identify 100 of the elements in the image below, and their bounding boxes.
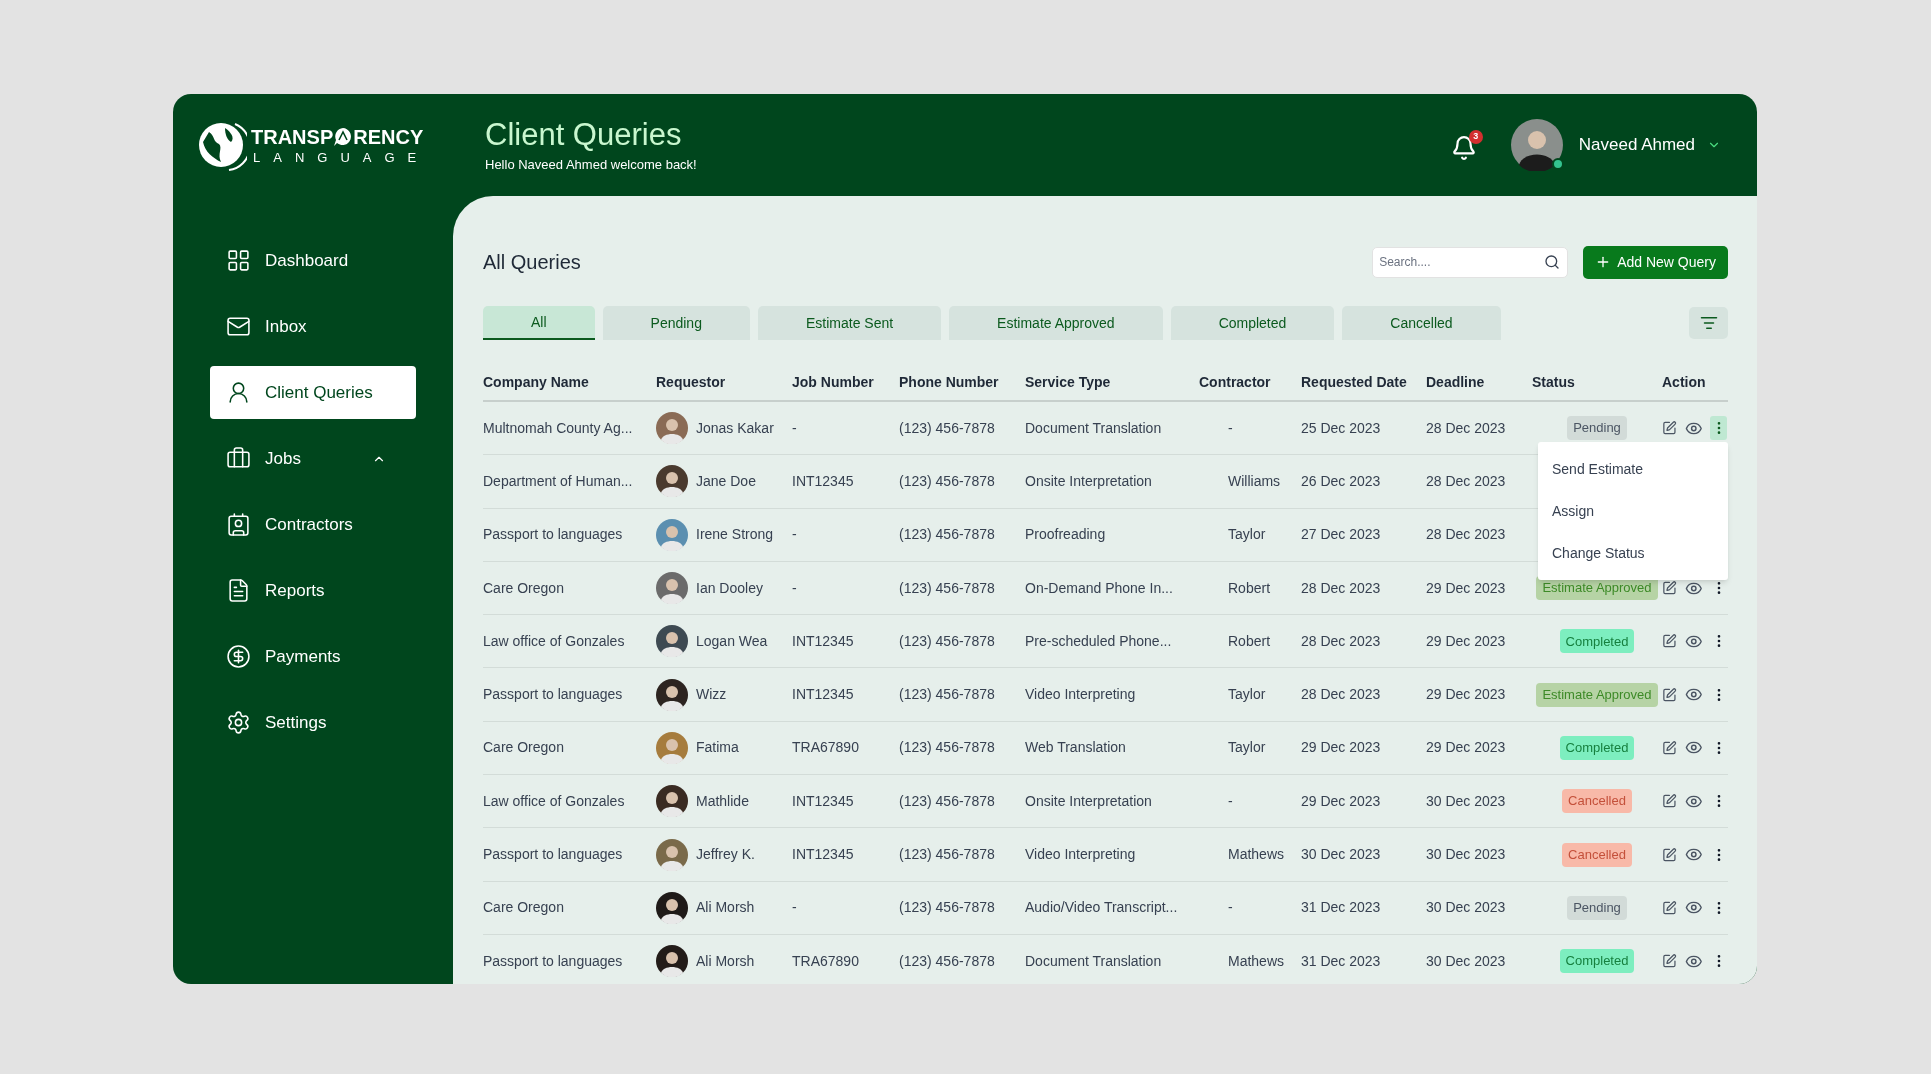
- table-cell-text: -: [792, 525, 798, 545]
- sidebar-item[interactable]: Settings: [210, 696, 416, 749]
- table-cell-text: 28 Dec 2023: [1301, 578, 1382, 598]
- table-cell-text: 29 Dec 2023: [1426, 631, 1507, 651]
- avatar: [656, 518, 688, 551]
- table-cell-text: 30 Dec 2023: [1301, 845, 1382, 864]
- table-cell-text: Care Oregon: [483, 898, 565, 918]
- user-menu[interactable]: Naveed Ahmed: [1578, 132, 1721, 158]
- avatar: [656, 838, 688, 871]
- table-cell-text: 31 Dec 2023: [1301, 951, 1382, 971]
- edit-icon[interactable]: [1662, 686, 1677, 703]
- user-avatar[interactable]: [1510, 119, 1563, 171]
- filter-icon: [1699, 314, 1718, 332]
- sidebar-item[interactable]: Payments: [210, 630, 416, 683]
- requestor-name: Jonas Kakar: [696, 418, 774, 438]
- table-cell-text: 27 Dec 2023: [1301, 525, 1382, 545]
- table-cell-text: Proofreading: [1025, 525, 1107, 545]
- table-cell-text: (123) 456-7878: [899, 525, 996, 545]
- table-cell-text: Onsite Interpretation: [1025, 471, 1153, 491]
- table-cell-text: -: [792, 898, 798, 918]
- notification-count: 3: [1468, 129, 1483, 144]
- edit-icon[interactable]: [1662, 953, 1677, 970]
- edit-icon[interactable]: [1662, 899, 1677, 916]
- filter-tab[interactable]: Estimate Sent: [757, 306, 942, 340]
- notification-bell-icon[interactable]: [1450, 134, 1477, 161]
- logo-tagline: LANGUAGE: [252, 150, 430, 164]
- table-cell-text: Passport to languages: [483, 951, 624, 971]
- table-cell-text: Document Translation: [1025, 951, 1163, 971]
- menu-item[interactable]: Change Status: [1538, 532, 1728, 574]
- table-cell-text: Taylor: [1227, 738, 1267, 758]
- edit-icon[interactable]: [1662, 420, 1677, 437]
- table-cell-text: Web Translation: [1025, 738, 1127, 758]
- table-cell-text: Robert: [1227, 578, 1272, 598]
- status-badge: Completed: [1559, 949, 1635, 974]
- page-title: Client Queries: [485, 115, 683, 154]
- avatar: [656, 891, 688, 924]
- table-cell-text: Passport to languages: [483, 685, 624, 705]
- table-cell-text: -: [1227, 791, 1234, 811]
- table-cell-text: INT12345: [792, 685, 855, 705]
- table-cell-text: 30 Dec 2023: [1426, 951, 1507, 971]
- requestor-name: Logan Wea: [696, 631, 768, 651]
- filter-tab[interactable]: Estimate Approved: [949, 306, 1163, 340]
- table-cell-text: Department of Human...: [483, 471, 634, 491]
- requestor-name: Ali Morsh: [696, 951, 755, 971]
- table-cell-text: 30 Dec 2023: [1426, 845, 1507, 864]
- column-header: Service Type: [1025, 372, 1112, 392]
- edit-icon[interactable]: [1662, 633, 1677, 650]
- table-cell-text: TRA67890: [792, 738, 860, 758]
- table-cell-text: Taylor: [1227, 685, 1267, 705]
- filter-tab[interactable]: Completed: [1170, 306, 1335, 340]
- table-cell-text: Onsite Interpretation: [1025, 791, 1153, 811]
- sidebar-item[interactable]: Reports: [210, 564, 416, 617]
- search-icon[interactable]: [1544, 253, 1561, 270]
- table-cell-text: Mathews: [1227, 951, 1286, 971]
- avatar: [656, 785, 688, 818]
- settings-icon: [226, 710, 251, 735]
- column-header: Contractor: [1199, 372, 1272, 392]
- nav-icon: [226, 446, 251, 471]
- edit-icon[interactable]: [1662, 580, 1677, 597]
- requestor-name: Jeffrey K.: [696, 845, 755, 864]
- column-header: Job Number: [792, 372, 875, 392]
- sidebar-item[interactable]: Client Queries: [210, 366, 416, 419]
- status-badge: Cancelled: [1562, 842, 1632, 867]
- nav-icon: [226, 380, 251, 405]
- menu-item[interactable]: Assign: [1538, 490, 1728, 532]
- table-cell-text: 29 Dec 2023: [1426, 685, 1507, 705]
- search-field[interactable]: Search....: [1372, 246, 1569, 278]
- table-cell-text: (123) 456-7878: [899, 578, 996, 598]
- table-cell-text: -: [1227, 898, 1234, 918]
- sidebar-item[interactable]: Inbox: [210, 300, 416, 353]
- status-badge: Pending: [1567, 416, 1627, 441]
- avatar: [656, 572, 688, 605]
- table-cell-text: INT12345: [792, 791, 855, 811]
- column-header: Requested Date: [1301, 372, 1408, 392]
- table-cell-text: Law office of Gonzales: [483, 631, 626, 651]
- table-cell-text: 26 Dec 2023: [1301, 471, 1382, 491]
- status-badge: Completed: [1559, 629, 1635, 654]
- table-cell-text: (123) 456-7878: [899, 631, 996, 651]
- edit-icon[interactable]: [1662, 846, 1677, 863]
- sidebar-item[interactable]: Dashboard: [210, 234, 416, 287]
- filter-button[interactable]: [1689, 307, 1728, 339]
- filter-tab[interactable]: All: [483, 306, 595, 340]
- table-cell-text: INT12345: [792, 471, 855, 491]
- filter-tab[interactable]: Cancelled: [1342, 306, 1501, 340]
- column-header: Phone Number: [899, 372, 1000, 392]
- table-cell-text: 25 Dec 2023: [1301, 418, 1382, 438]
- edit-icon[interactable]: [1662, 739, 1677, 756]
- table-cell-text: Robert: [1227, 631, 1272, 651]
- sidebar-item[interactable]: Jobs: [210, 432, 416, 485]
- welcome-text: Hello Naveed Ahmed welcome back!: [485, 155, 697, 174]
- menu-item[interactable]: Send Estimate: [1538, 448, 1728, 490]
- table-cell-text: Video Interpreting: [1025, 685, 1137, 705]
- nav-icon: [226, 644, 251, 669]
- speech-bubble-icon: [333, 126, 354, 147]
- edit-icon[interactable]: [1662, 793, 1677, 810]
- avatar: [656, 731, 688, 764]
- sidebar-item[interactable]: Contractors: [210, 498, 416, 551]
- filter-tab[interactable]: Pending: [602, 306, 750, 340]
- table-cell-text: Mathews: [1227, 845, 1286, 864]
- add-new-query-button[interactable]: Add New Query: [1583, 245, 1728, 279]
